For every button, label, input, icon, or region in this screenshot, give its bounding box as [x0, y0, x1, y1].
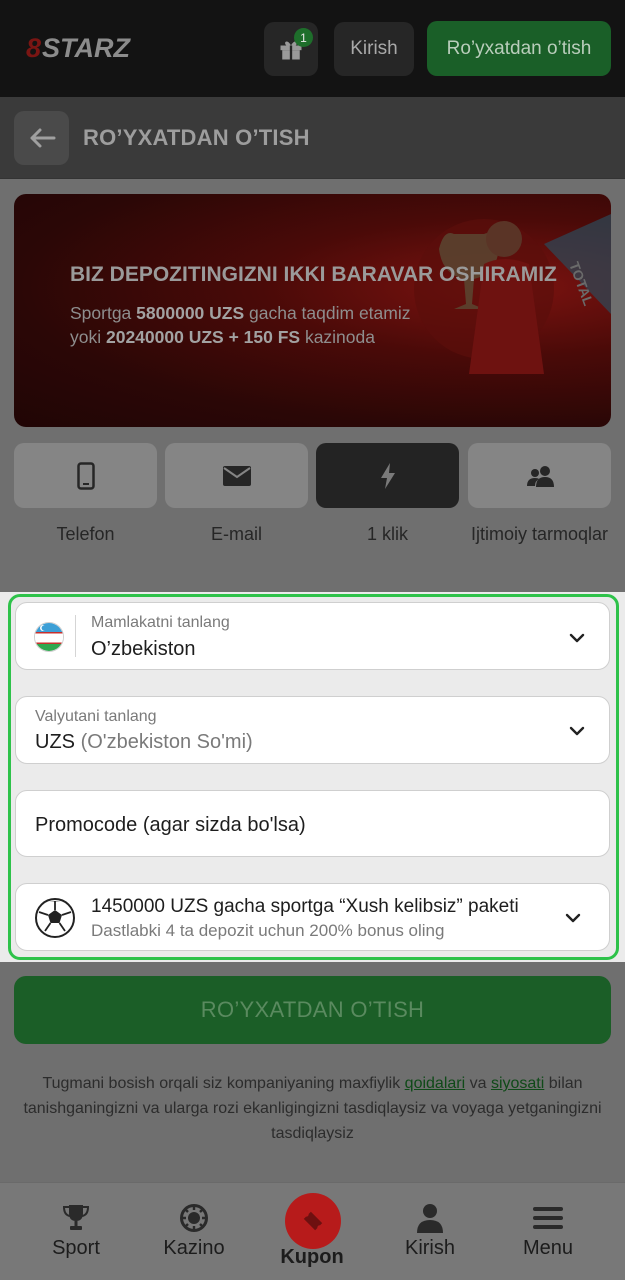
envelope-icon [222, 465, 251, 486]
casino-chip-icon [180, 1204, 208, 1232]
country-select[interactable]: Mamlakatni tanlang O’zbekiston [15, 602, 610, 670]
tab-social-label: Ijtimoiy tarmoqlar [470, 524, 609, 544]
currency-select[interactable]: Valyutani tanlang UZS (O'zbekiston So'mi… [15, 696, 610, 764]
8starz-logo[interactable]: 8 STARZ [26, 33, 176, 63]
nav-sport[interactable]: Sport [26, 1183, 126, 1280]
svg-text:STARZ: STARZ [42, 33, 131, 63]
submit-register-button[interactable]: RO’YXATDAN O’TISH [14, 976, 611, 1044]
nav-menu-label: Menu [522, 1237, 574, 1259]
page-title: RO’YXATDAN O’TISH [83, 125, 310, 150]
flag-divider [75, 615, 76, 657]
nav-kazino[interactable]: Kazino [144, 1183, 244, 1280]
gift-badge: 1 [294, 28, 313, 47]
back-button[interactable] [14, 111, 69, 165]
tab-phone[interactable] [14, 443, 157, 508]
users-icon [526, 465, 554, 487]
terms-rules-link[interactable]: qoidalari [405, 1075, 465, 1092]
user-icon [417, 1204, 443, 1233]
hamburger-icon [533, 1207, 563, 1229]
country-value: O’zbekiston [91, 638, 196, 660]
banner-line-1: Sportga 5800000 UZS gacha taqdim etamiz [70, 303, 411, 323]
banner-title: BIZ DEPOZITINGIZNI IKKI BARAVAR OSHIRAMI… [70, 263, 557, 286]
tab-social[interactable] [468, 443, 611, 508]
bonus-title: 1450000 UZS gacha sportga “Xush kelibsiz… [91, 896, 519, 917]
arrow-left-icon [30, 128, 55, 148]
ticket-icon [303, 1211, 323, 1231]
top-header: 8 STARZ 1 Kirish Ro’yxatdan o’tish [0, 0, 625, 97]
page-header: RO’YXATDAN O’TISH [0, 97, 625, 179]
tab-email-label: E-mail [210, 524, 262, 544]
nav-sport-label: Sport [52, 1237, 100, 1259]
login-button[interactable]: Kirish [334, 22, 414, 76]
terms-text: Tugmani bosish orqali siz kompaniyaning … [23, 1075, 602, 1142]
currency-label: Valyutani tanlang [35, 708, 157, 725]
nav-menu[interactable]: Menu [498, 1183, 598, 1280]
svg-text:8: 8 [26, 33, 41, 63]
tab-email[interactable] [165, 443, 308, 508]
country-label: Mamlakatni tanlang [91, 614, 230, 631]
promocode-input[interactable]: Promocode (agar sizda bo'lsa) [15, 790, 610, 857]
terms-policy-link[interactable]: siyosati [491, 1075, 544, 1092]
currency-value: UZS (O'zbekiston So'mi) [35, 731, 253, 753]
uzbekistan-flag-icon [34, 622, 64, 652]
chevron-down-icon [569, 633, 585, 643]
promocode-placeholder: Promocode (agar sizda bo'lsa) [35, 814, 306, 836]
trophy-icon [62, 1205, 90, 1230]
phone-icon [76, 461, 95, 490]
chevron-down-icon [569, 726, 585, 736]
tab-one-click-label: 1 klik [366, 524, 408, 544]
soccer-ball-icon [35, 898, 75, 938]
nav-kupon-button[interactable] [285, 1193, 341, 1249]
lightning-icon [380, 462, 395, 489]
promo-banner[interactable]: TOTAL BIZ DEPOZITINGIZNI IKKI BARAVAR OS… [14, 194, 611, 427]
nav-kazino-label: Kazino [163, 1237, 225, 1259]
banner-line-2: yoki 20240000 UZS + 150 FS kazinoda [70, 327, 375, 347]
chevron-down-icon [565, 913, 581, 923]
register-button[interactable]: Ro’yxatdan o’tish [427, 21, 611, 76]
tab-phone-label: Telefon [56, 524, 115, 544]
tab-one-click[interactable] [316, 443, 459, 508]
bonus-subtitle: Dastlabki 4 ta depozit uchun 200% bonus … [91, 921, 445, 940]
gift-button[interactable]: 1 [264, 22, 318, 76]
bonus-select[interactable]: 1450000 UZS gacha sportga “Xush kelibsiz… [15, 883, 610, 951]
nav-kirish-label: Kirish [404, 1237, 455, 1259]
nav-kupon-label: Kupon [280, 1246, 344, 1268]
nav-kirish[interactable]: Kirish [380, 1183, 480, 1280]
